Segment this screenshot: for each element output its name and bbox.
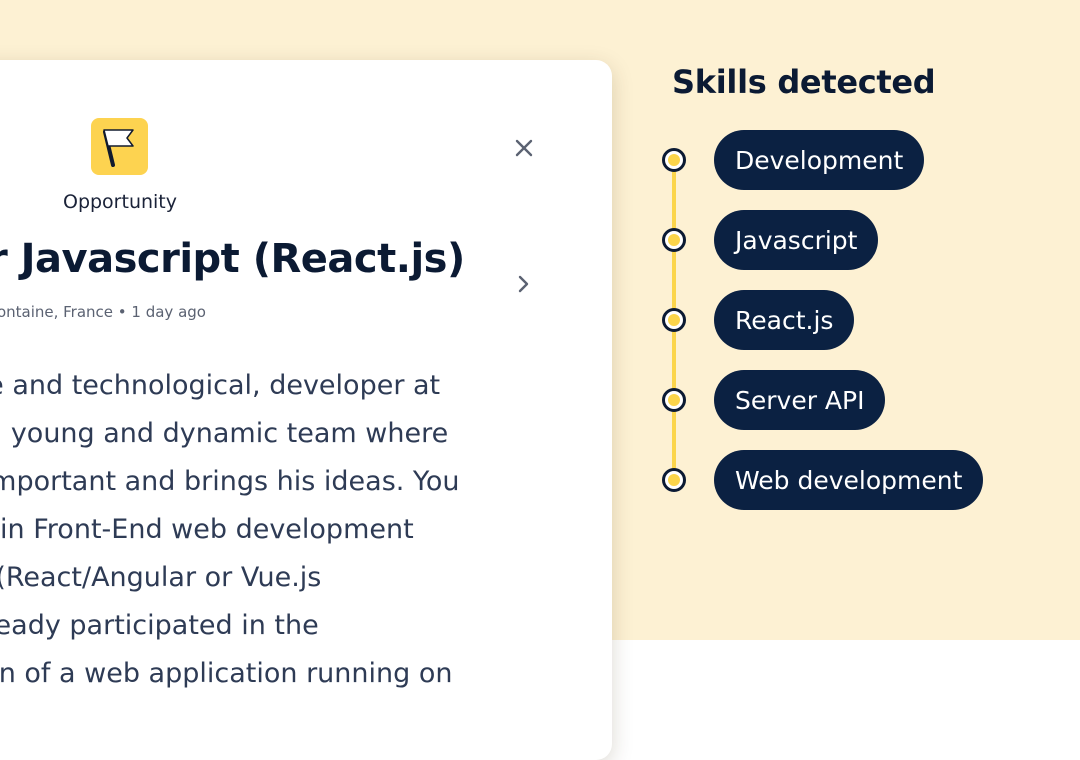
close-button[interactable] bbox=[508, 132, 540, 164]
skill-item: Development bbox=[662, 130, 925, 190]
timeline-dot bbox=[662, 228, 686, 252]
skills-title: Skills detected bbox=[672, 63, 936, 101]
job-meta: Villefontaine, France • 1 day ago bbox=[0, 303, 206, 321]
timeline-dot bbox=[662, 468, 686, 492]
job-description: ate and technological, developer at n a … bbox=[0, 362, 532, 698]
description-line: ate and technological, developer at bbox=[0, 370, 441, 401]
flag-icon bbox=[91, 118, 148, 175]
description-line: n a young and dynamic team where bbox=[0, 418, 449, 449]
skill-item: Server API bbox=[662, 370, 886, 430]
next-button[interactable] bbox=[510, 270, 538, 298]
skill-item: Javascript bbox=[662, 210, 879, 270]
skill-item: Web development bbox=[662, 450, 984, 510]
description-line: sign of a web application running on bbox=[0, 658, 453, 689]
timeline-dot bbox=[662, 388, 686, 412]
description-line: s important and brings his ideas. You bbox=[0, 466, 460, 497]
timeline-dot bbox=[662, 308, 686, 332]
skill-pill-development[interactable]: Development bbox=[714, 130, 925, 190]
skill-item: React.js bbox=[662, 290, 855, 350]
description-line: rk (React/Angular or Vue.js bbox=[0, 562, 322, 593]
skill-pill-web-development[interactable]: Web development bbox=[714, 450, 984, 510]
description-line: ce in Front-End web development bbox=[0, 514, 414, 545]
category-label: Opportunity bbox=[62, 191, 178, 213]
description-line: already participated in the bbox=[0, 610, 319, 641]
skill-pill-server-api[interactable]: Server API bbox=[714, 370, 886, 430]
job-title: ur Javascript (React.js) bbox=[0, 236, 465, 282]
skill-pill-javascript[interactable]: Javascript bbox=[714, 210, 879, 270]
job-card: Opportunity ur Javascript (React.js) Vil… bbox=[0, 60, 612, 760]
timeline-dot bbox=[662, 148, 686, 172]
skill-pill-reactjs[interactable]: React.js bbox=[714, 290, 855, 350]
chevron-right-icon bbox=[518, 275, 529, 293]
close-icon bbox=[515, 139, 533, 157]
